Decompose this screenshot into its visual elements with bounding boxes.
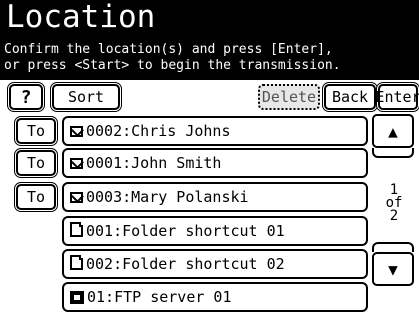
- folder-icon: [70, 222, 83, 237]
- to-button-row-1[interactable]: To: [16, 118, 56, 144]
- mail-icon: [70, 157, 83, 169]
- total-pages: 2: [389, 208, 399, 224]
- delete-button[interactable]: Delete: [258, 84, 320, 110]
- scroll-up-button[interactable]: ▲: [372, 114, 414, 148]
- up-arrow-icon: ▲: [388, 121, 398, 141]
- destination-entry-row-3[interactable]: 0003:Mary Polanski: [62, 182, 368, 212]
- destination-entry-row-1[interactable]: 0002:Chris Johns: [62, 116, 368, 146]
- header-bar: Location Confirm the location(s) and pre…: [0, 0, 419, 80]
- scroll-down-button[interactable]: ▼: [372, 252, 414, 286]
- ftp-server-icon: [70, 290, 84, 304]
- enter-button[interactable]: Enter: [375, 84, 419, 110]
- page-title: Location: [6, 0, 156, 35]
- folder-icon: [70, 255, 83, 270]
- sort-button[interactable]: Sort: [52, 84, 120, 110]
- mail-icon: [70, 191, 83, 203]
- pager-bracket-top: [372, 148, 414, 158]
- to-button-row-2[interactable]: To: [16, 150, 56, 176]
- instruction-line-1: Confirm the location(s) and press [Enter…: [4, 42, 333, 57]
- destination-label: 0001:John Smith: [86, 154, 222, 172]
- destination-entry-row-6[interactable]: 01:FTP server 01: [62, 282, 368, 312]
- down-arrow-icon: ▼: [388, 259, 398, 279]
- destination-label: 0003:Mary Polanski: [86, 188, 249, 206]
- mail-icon: [70, 125, 83, 137]
- destination-entry-row-2[interactable]: 0001:John Smith: [62, 148, 368, 178]
- destination-label: 01:FTP server 01: [87, 288, 232, 306]
- help-button[interactable]: ?: [9, 84, 43, 110]
- back-button[interactable]: Back: [324, 84, 376, 110]
- destination-entry-row-4[interactable]: 001:Folder shortcut 01: [62, 216, 368, 246]
- destination-entry-row-5[interactable]: 002:Folder shortcut 02: [62, 249, 368, 279]
- destination-label: 001:Folder shortcut 01: [86, 222, 285, 240]
- instruction-line-2: or press <Start> to begin the transmissi…: [4, 58, 341, 73]
- to-button-row-3[interactable]: To: [16, 184, 56, 210]
- destination-label: 002:Folder shortcut 02: [86, 255, 285, 273]
- page-indicator: 1 of 2: [376, 183, 412, 224]
- location-screen: Location Confirm the location(s) and pre…: [0, 0, 419, 315]
- pager-bracket-bottom: [372, 242, 414, 252]
- destination-label: 0002:Chris Johns: [86, 122, 231, 140]
